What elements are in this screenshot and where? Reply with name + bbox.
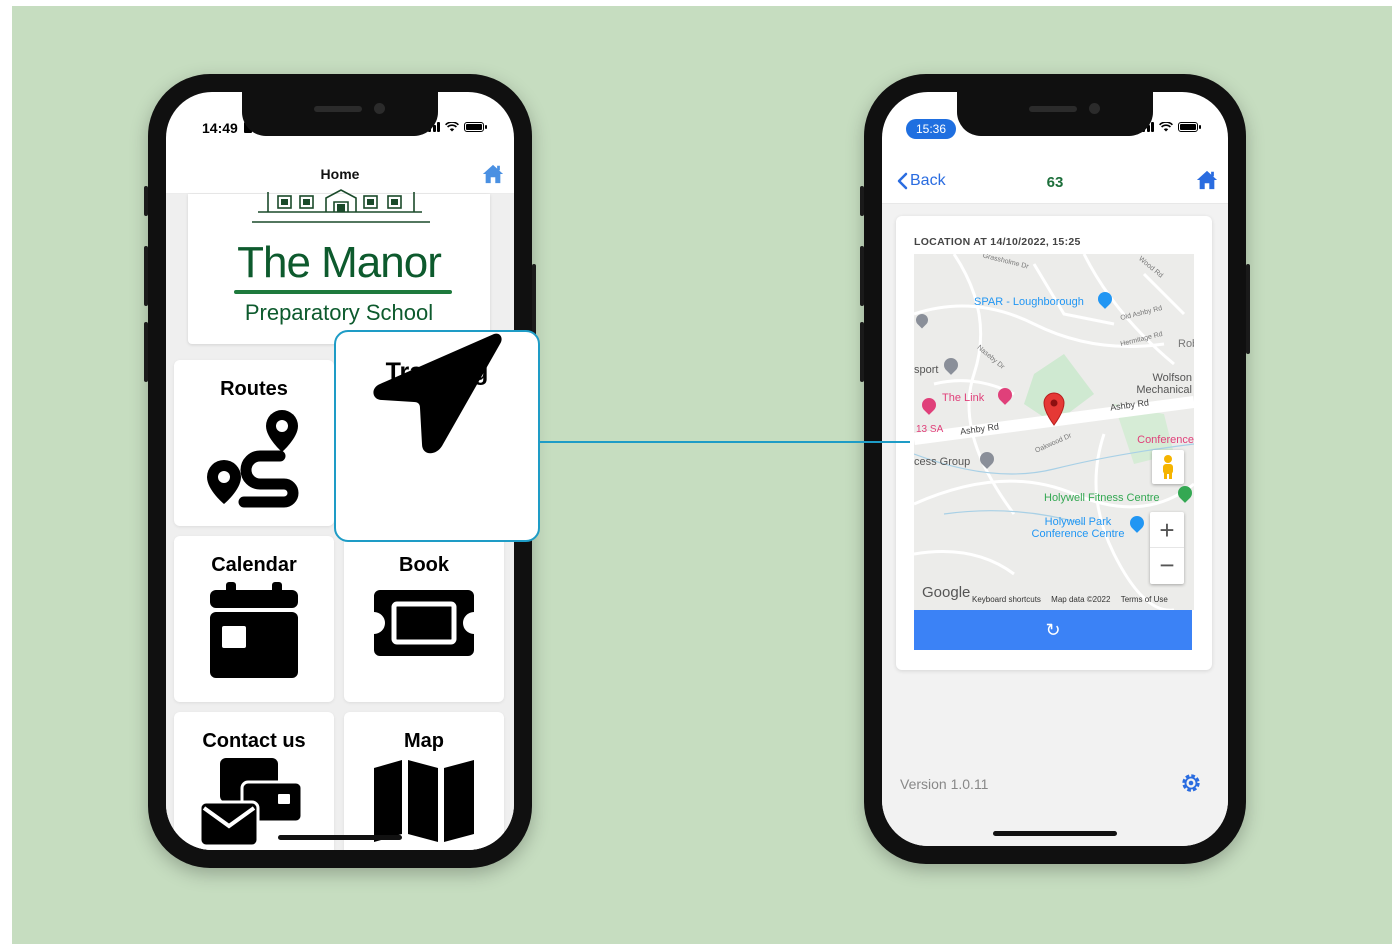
map-data-credit: Map data ©2022 <box>1051 595 1111 604</box>
wifi-icon <box>445 122 459 132</box>
battery-icon <box>1178 122 1201 132</box>
map-place-label: Wolfson Mechanical <box>1136 372 1192 396</box>
map-place-label: Conference <box>1137 434 1194 446</box>
tile-map[interactable]: Map <box>344 712 504 850</box>
home-icon[interactable] <box>1196 169 1218 191</box>
wifi-icon <box>1159 122 1173 132</box>
keyboard-shortcuts-link[interactable]: Keyboard shortcuts <box>972 595 1041 604</box>
right-screen: 15:36 Back 63 LOCATION AT 14/10/2022, 15… <box>882 92 1228 846</box>
refresh-icon: ↻ <box>1045 619 1061 640</box>
terms-of-use-link[interactable]: Terms of Use <box>1121 595 1168 604</box>
home-icon[interactable] <box>482 163 504 185</box>
logo-divider <box>234 290 452 294</box>
street-view-pegman[interactable] <box>1152 450 1184 484</box>
battery-icon <box>464 122 487 132</box>
tile-label: Routes <box>220 378 288 400</box>
tile-tracking[interactable]: Tracking <box>334 330 540 542</box>
school-building-icon <box>252 189 430 223</box>
map-road-label: Rob <box>1178 338 1194 350</box>
home-indicator <box>993 831 1117 836</box>
ticket-icon <box>374 590 474 656</box>
route-icon <box>207 410 299 508</box>
tile-book[interactable]: Book <box>344 536 504 702</box>
logo-name: The Manor <box>237 238 442 287</box>
zoom-in-button[interactable]: + <box>1150 512 1184 548</box>
google-logo: Google <box>922 584 971 601</box>
tile-label: Calendar <box>211 554 297 576</box>
tile-contact-us[interactable]: Contact us <box>174 712 334 850</box>
map-icon <box>374 760 474 842</box>
map-place-label: 13 SA <box>916 424 944 435</box>
tile-routes[interactable]: Routes <box>174 360 334 526</box>
tile-label: Book <box>399 554 449 576</box>
map-place-label: sport <box>914 364 939 376</box>
page-title: Home <box>320 166 360 182</box>
location-title: LOCATION AT 14/10/2022, 15:25 <box>914 236 1081 248</box>
callout-connector <box>540 441 910 443</box>
map-place-label: SPAR - Loughborough <box>974 296 1084 308</box>
map-zoom-control: + − <box>1150 512 1184 584</box>
home-indicator <box>278 835 402 840</box>
status-time: 15:36 <box>906 119 957 139</box>
map-place-label: cess Group <box>914 456 971 468</box>
tile-label: Map <box>404 730 444 752</box>
page-title: 63 <box>1046 174 1064 191</box>
tracking-content: LOCATION AT 14/10/2022, 15:25 Grassholme… <box>882 204 1228 846</box>
location-card: LOCATION AT 14/10/2022, 15:25 Grassholme… <box>896 216 1212 670</box>
navigation-arrow-icon <box>373 333 502 454</box>
status-time: 14:49 <box>202 120 238 136</box>
map-view[interactable]: Grassholme Dr Wood Rd SPAR - Loughboroug… <box>914 254 1194 610</box>
tile-label: Tracking <box>385 358 489 386</box>
school-logo: The Manor Preparatory School <box>188 189 490 344</box>
gear-icon[interactable] <box>1180 772 1202 794</box>
map-footer: Keyboard shortcuts Map data ©2022 Terms … <box>972 595 1168 604</box>
nav-bar: Back 63 <box>882 154 1228 204</box>
app-version: Version 1.0.11 <box>900 776 989 792</box>
tile-label: Contact us <box>202 730 306 752</box>
map-place-label: Holywell Park Conference Centre <box>1031 516 1125 540</box>
map-place-label: Holywell Fitness Centre <box>1044 492 1160 504</box>
location-marker-icon <box>1043 392 1065 426</box>
logo-subtitle: Preparatory School <box>244 300 434 325</box>
zoom-out-button[interactable]: − <box>1150 548 1184 584</box>
refresh-button[interactable]: ↻ <box>914 610 1192 650</box>
calendar-icon <box>210 582 298 678</box>
pegman-icon <box>1163 455 1173 479</box>
tile-calendar[interactable]: Calendar <box>174 536 334 702</box>
right-phone: 15:36 Back 63 LOCATION AT 14/10/2022, 15… <box>860 74 1250 864</box>
map-place-label: The Link <box>942 392 985 404</box>
